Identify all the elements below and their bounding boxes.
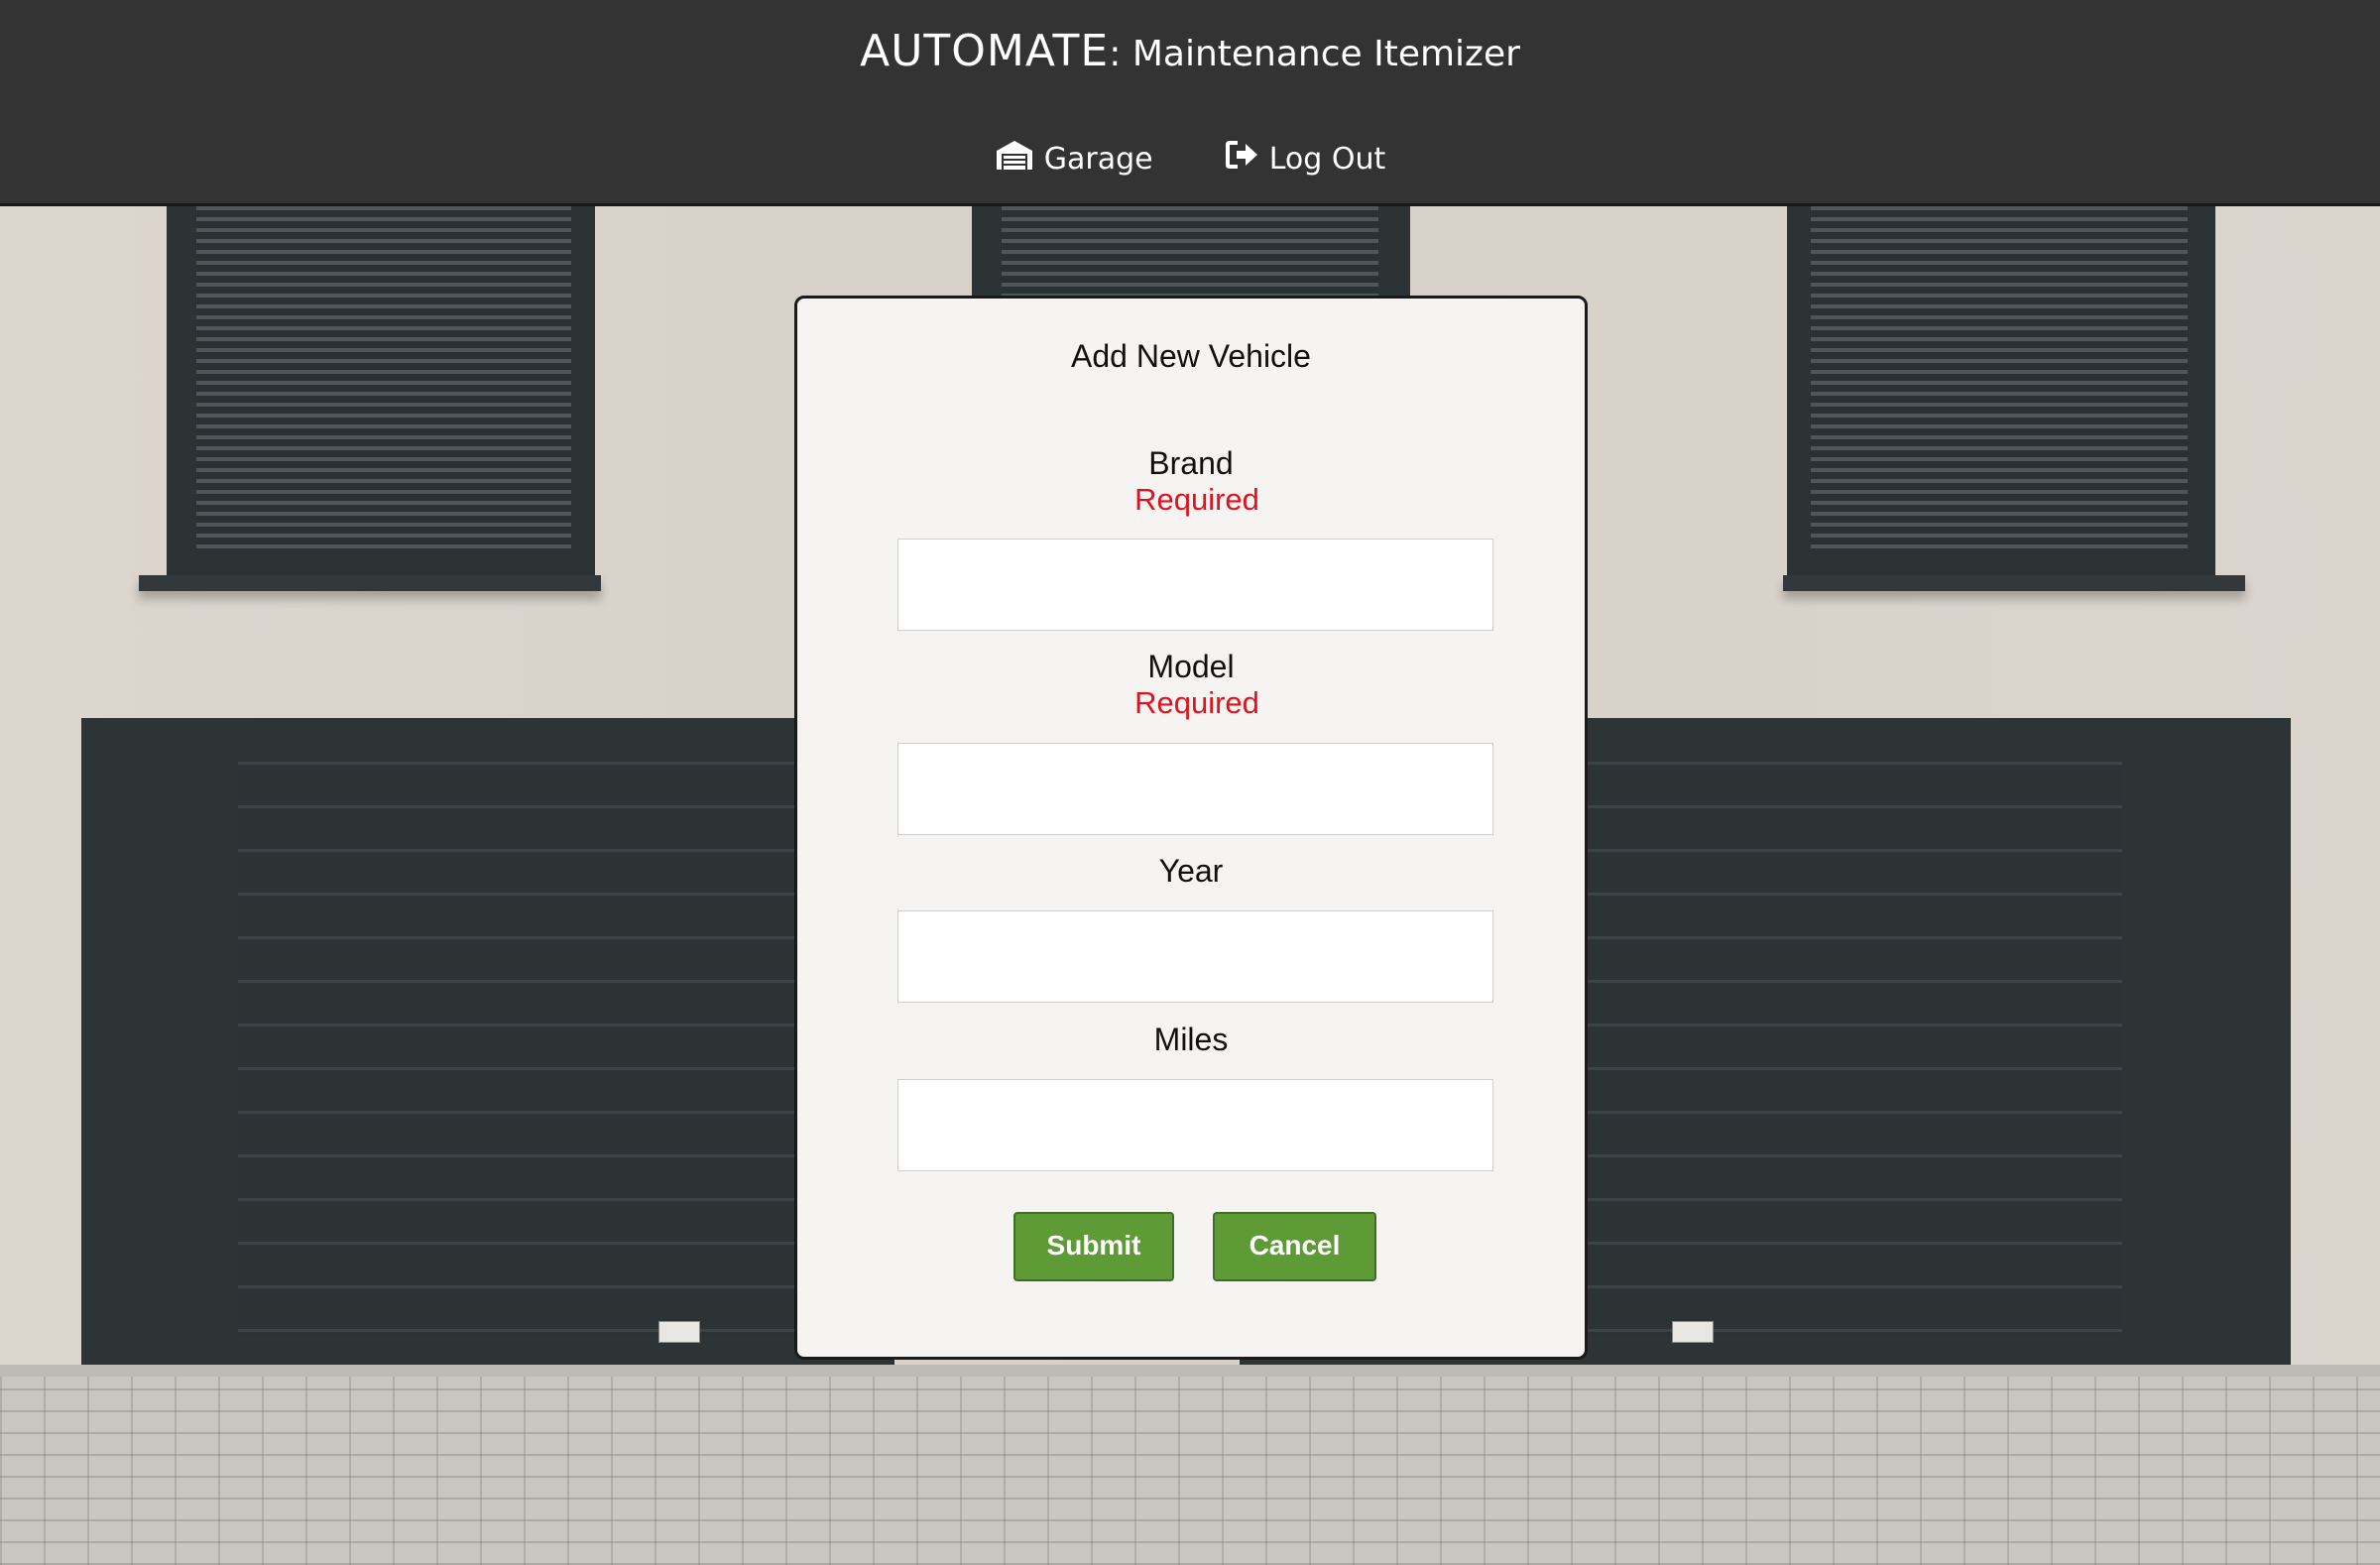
form-title: Add New Vehicle xyxy=(1071,338,1311,374)
year-label: Year xyxy=(1158,853,1224,889)
cancel-button[interactable]: Cancel xyxy=(1213,1212,1376,1281)
door-brand-plate-right xyxy=(1672,1321,1714,1343)
model-label: Model xyxy=(1147,649,1235,684)
app-title: AUTOMATE: Maintenance Itemizer xyxy=(0,26,2380,76)
year-input[interactable] xyxy=(897,910,1493,1003)
garage-icon xyxy=(995,139,1034,179)
paved-driveway xyxy=(0,1377,2380,1565)
model-required-error: Required xyxy=(1134,685,1259,720)
add-vehicle-form-card: Add New Vehicle Brand Required Model Req… xyxy=(794,296,1588,1360)
main-nav: Garage Log Out xyxy=(0,139,2380,179)
top-navbar: AUTOMATE: Maintenance Itemizer Garage Lo… xyxy=(0,0,2380,206)
brand-input[interactable] xyxy=(897,539,1493,631)
window-sill-left xyxy=(139,575,601,591)
nav-logout-label: Log Out xyxy=(1268,141,1386,177)
miles-label: Miles xyxy=(1153,1022,1229,1057)
garage-door-left xyxy=(238,762,873,1337)
miles-input[interactable] xyxy=(897,1079,1493,1171)
submit-button[interactable]: Submit xyxy=(1013,1212,1174,1281)
nav-logout-link[interactable]: Log Out xyxy=(1225,140,1386,178)
window-shutter-right xyxy=(1811,206,2188,548)
window-sill-right xyxy=(1783,575,2245,591)
door-brand-plate-left xyxy=(658,1321,700,1343)
app-title-separator: : xyxy=(1109,34,1122,74)
nav-garage-label: Garage xyxy=(1043,141,1153,177)
brand-label: Brand xyxy=(1148,445,1234,481)
app-title-main: AUTOMATE xyxy=(860,26,1110,76)
nav-garage-link[interactable]: Garage xyxy=(995,139,1153,179)
app-title-subtitle: Maintenance Itemizer xyxy=(1121,34,1520,74)
window-shutter-left xyxy=(196,206,571,548)
sign-out-icon xyxy=(1225,140,1259,178)
brand-required-error: Required xyxy=(1134,482,1259,517)
model-input[interactable] xyxy=(897,743,1493,835)
